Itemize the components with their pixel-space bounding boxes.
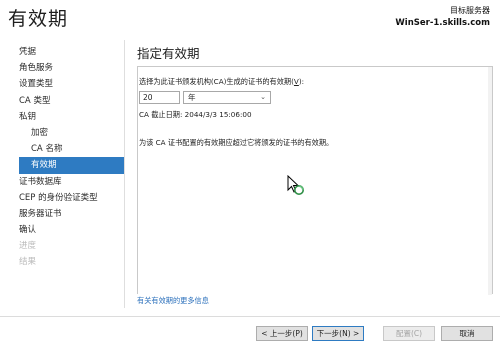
- validity-unit-value: 年: [188, 92, 196, 102]
- validity-unit-select[interactable]: 年 ⌄: [183, 90, 271, 104]
- nav-divider: [124, 40, 125, 308]
- target-server-info: 目标服务器 WinSer-1.skills.com: [395, 4, 490, 30]
- validity-warning: 为该 CA 证书配置的有效期应超过它将颁发的证书的有效期。: [139, 138, 334, 147]
- footer-separator: [0, 316, 500, 317]
- nav-item: 进度: [19, 241, 37, 252]
- configure-button[interactable]: 配置(C): [383, 326, 435, 341]
- section-title: 指定有效期: [137, 46, 200, 61]
- more-info-link[interactable]: 有关有效期的更多信息: [137, 296, 209, 306]
- chevron-down-icon: ⌄: [260, 92, 266, 101]
- nav-item[interactable]: 证书数据库: [0, 174, 125, 190]
- page-title: 有效期: [8, 8, 69, 30]
- nav-item[interactable]: 加密: [0, 125, 125, 141]
- nav-item[interactable]: 有效期: [19, 157, 125, 174]
- nav-item[interactable]: 服务器证书: [0, 206, 125, 222]
- period-row: 20 年 ⌄: [139, 90, 488, 104]
- nav-item: 结果: [19, 257, 37, 268]
- target-server-name: WinSer-1.skills.com: [395, 18, 490, 28]
- validity-panel: 选择为此证书颁发机构(CA)生成的证书的有效期(V): 20 年 ⌄ CA 截止…: [137, 66, 493, 295]
- next-button[interactable]: 下一步(N) >: [312, 326, 364, 341]
- nav-item[interactable]: 角色服务: [0, 60, 125, 76]
- nav-item[interactable]: 设置类型: [0, 76, 125, 92]
- nav-item[interactable]: 凭据: [0, 44, 125, 60]
- ca-expiry-date: CA 截止日期: 2044/3/3 15:06:00: [139, 110, 252, 119]
- back-button[interactable]: < 上一步(P): [256, 326, 308, 341]
- busy-cursor-icon: [287, 175, 304, 195]
- nav-item[interactable]: CA 类型: [0, 93, 125, 109]
- nav-item[interactable]: CEP 的身份验证类型: [0, 190, 125, 206]
- nav-item[interactable]: CA 名称: [0, 141, 125, 157]
- nav-item[interactable]: 确认: [0, 222, 125, 238]
- cancel-button[interactable]: 取消: [441, 326, 493, 341]
- description-prefix: 选择为此证书颁发机构(CA)生成的证书的有效期(: [139, 77, 294, 86]
- validity-description: 选择为此证书颁发机构(CA)生成的证书的有效期(V):: [139, 77, 488, 87]
- description-suffix: ):: [298, 77, 305, 86]
- target-server-label: 目标服务器: [450, 6, 490, 15]
- nav-item[interactable]: 私钥: [0, 109, 125, 125]
- validity-period-input[interactable]: 20: [139, 90, 180, 104]
- scrollbar[interactable]: [488, 67, 492, 295]
- wizard-nav: 凭据 角色服务 设置类型 CA 类型 私钥 加密 CA 名称 有效期 证书数据库 CEP 的身份验…: [0, 44, 125, 271]
